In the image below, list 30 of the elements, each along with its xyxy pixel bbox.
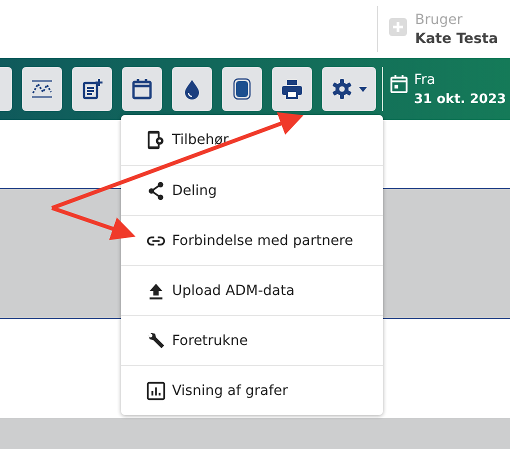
wave-icon — [31, 78, 53, 100]
phone-gear-icon — [146, 130, 166, 150]
device-icon — [231, 78, 253, 100]
menu-item[interactable]: Deling — [121, 165, 383, 215]
print-icon — [281, 78, 303, 100]
toolbar-button[interactable] — [22, 67, 62, 111]
date-label: Fra — [414, 72, 436, 88]
note-add-icon — [81, 78, 103, 100]
calendar-icon — [131, 78, 153, 100]
settings-dropdown-button[interactable] — [322, 67, 376, 111]
menu-item[interactable]: Upload ADM-data — [121, 265, 383, 315]
date-value: 31 okt. 2023 — [414, 92, 506, 106]
share-icon — [146, 180, 166, 200]
toolbar-button[interactable] — [72, 67, 112, 111]
chart-icon — [146, 380, 166, 400]
menu-item[interactable]: Foretrukne — [121, 315, 383, 365]
menu-item[interactable]: Forbindelse med partnere — [121, 215, 383, 265]
calendar-icon — [390, 74, 408, 94]
plus-icon — [389, 18, 407, 36]
user-name: Kate Testa — [415, 30, 498, 46]
toolbar-button[interactable] — [272, 67, 312, 111]
settings-icon — [331, 78, 353, 100]
menu-item[interactable]: Tilbehør — [121, 115, 383, 165]
wrench-icon — [146, 330, 166, 350]
toolbar-button[interactable] — [122, 67, 162, 111]
user-label: Bruger — [415, 12, 464, 28]
caret-icon — [359, 86, 367, 92]
menu-item[interactable]: Visning af grafer — [121, 365, 383, 415]
toolbar-button[interactable] — [172, 67, 212, 111]
toolbar-button[interactable] — [222, 67, 262, 111]
